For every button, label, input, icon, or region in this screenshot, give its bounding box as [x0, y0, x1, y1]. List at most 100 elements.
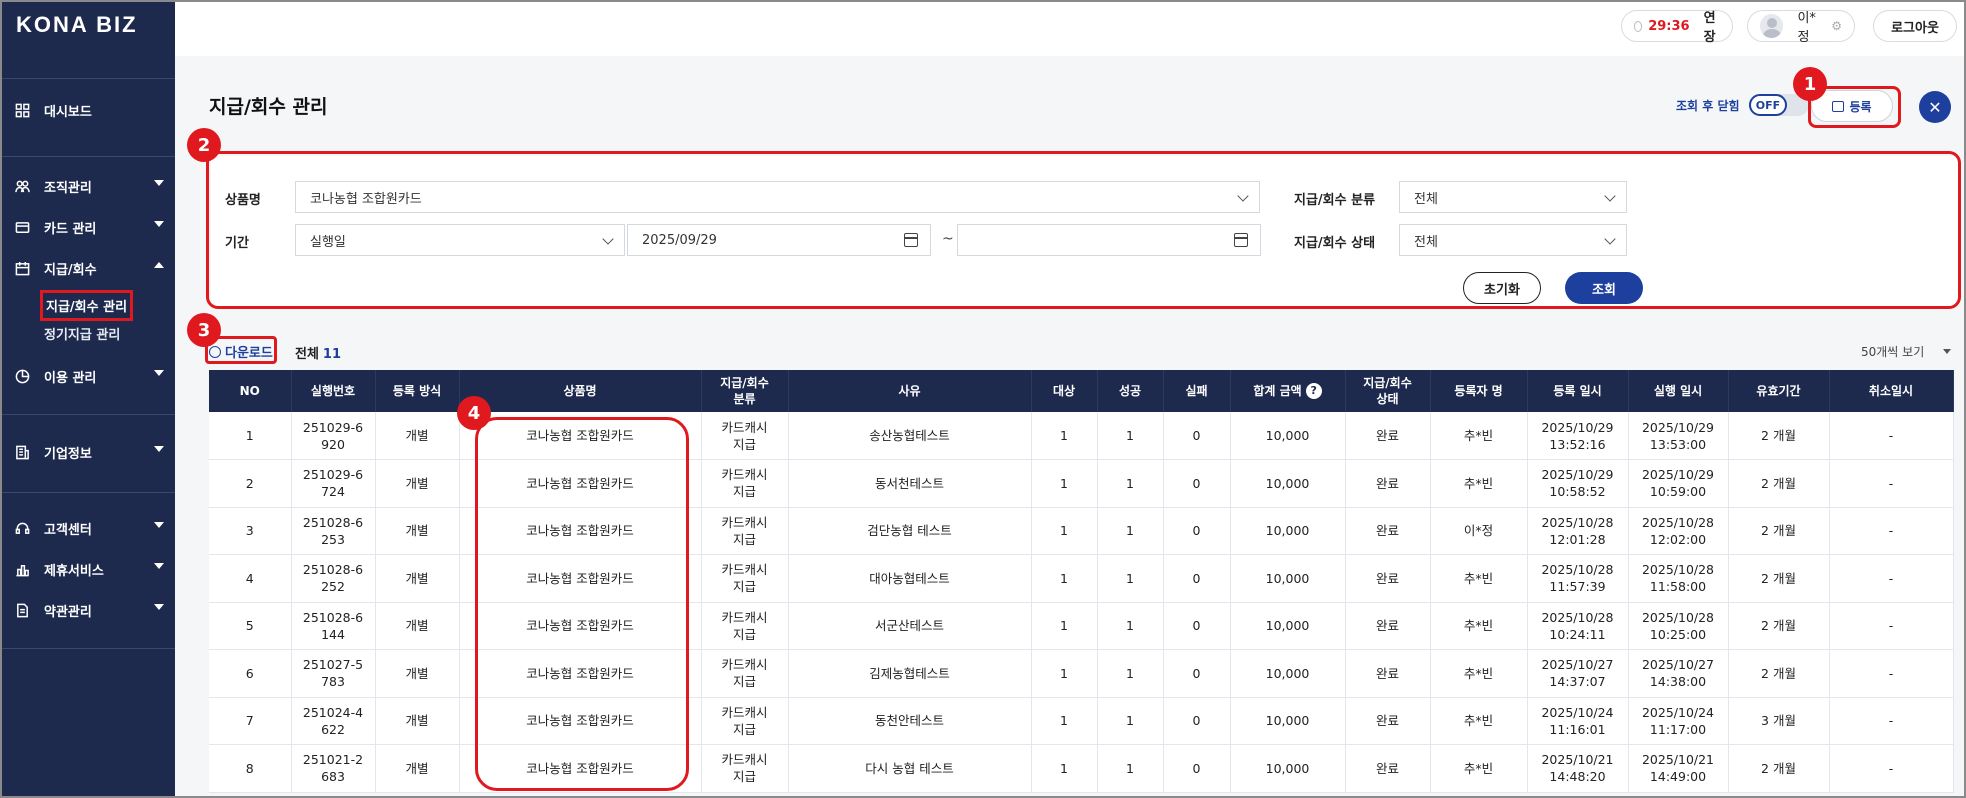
- cell-exec-no: 251029-6 724: [291, 459, 376, 508]
- sidebar-item-usage[interactable]: 이용 관리: [14, 364, 164, 388]
- close-page-button[interactable]: ✕: [1919, 91, 1951, 123]
- cell-no: 1: [209, 412, 292, 460]
- table-row[interactable]: 5 251028-6 144 개별 코나농협 조합원카드 카드캐시 지급 서군산테스트 1 1…: [209, 602, 1954, 650]
- screenshot-frame: KONA BIZ 대시보드 조직관리 카드 관리 지급/회수 지급/회수 관리 …: [0, 0, 1966, 798]
- cell-reason: 송산농협테스트: [788, 412, 1032, 460]
- cell-reg-method: 개별: [375, 602, 460, 650]
- headset-icon: [14, 520, 30, 536]
- column-header-total-amount: 합계 금액?: [1230, 370, 1346, 412]
- logout-button[interactable]: 로그아웃: [1873, 10, 1957, 42]
- cell-reg-date: 2025/10/29 13:52:16: [1527, 412, 1629, 460]
- cell-cancel-date: -: [1829, 507, 1954, 555]
- payment-table: NO 실행번호 등록 방식 상품명 지급/회수 분류 사유 대상 성공 실패 합…: [209, 370, 1954, 793]
- close-icon: ✕: [1928, 97, 1942, 117]
- product-select[interactable]: 코나농협 조합원카드: [295, 181, 1260, 213]
- cell-validity: 2 개월: [1728, 554, 1830, 603]
- main-content: 지급/회수 관리 조회 후 닫힘 OFF 등록 ✕ 상품명 코나농협 조합원카드…: [175, 56, 1964, 796]
- cell-success: 1: [1097, 554, 1164, 603]
- download-button[interactable]: 다운로드: [209, 342, 273, 361]
- cell-product: 코나농협 조합원카드: [459, 697, 702, 745]
- annotation-badge-1: 1: [1793, 67, 1827, 101]
- date-from-input[interactable]: 2025/09/29: [627, 224, 931, 256]
- cell-reason: 동천안테스트: [788, 697, 1032, 745]
- chevron-down-icon: [1943, 349, 1951, 354]
- calendar-icon[interactable]: [904, 233, 918, 247]
- sidebar-item-dashboard[interactable]: 대시보드: [14, 98, 164, 122]
- cell-reg-date: 2025/10/29 10:58:52: [1527, 459, 1629, 508]
- date-to-input[interactable]: [957, 224, 1261, 256]
- extend-session-button[interactable]: 연장: [1704, 7, 1720, 45]
- page-title: 지급/회수 관리: [209, 96, 328, 118]
- cell-product: 코나농협 조합원카드: [459, 554, 702, 603]
- cell-cancel-date: -: [1829, 649, 1954, 698]
- column-header: 사유: [788, 370, 1032, 412]
- table-row[interactable]: 7 251024-4 622 개별 코나농협 조합원카드 카드캐시 지급 동천안테스트 1 1…: [209, 697, 1954, 745]
- cell-target: 1: [1031, 507, 1098, 555]
- toggle-state: OFF: [1749, 94, 1787, 116]
- sidebar-item-partner-service[interactable]: 제휴서비스: [14, 557, 164, 581]
- cell-registrant: 추*빈: [1430, 649, 1528, 698]
- chevron-down-icon: [154, 563, 164, 569]
- help-icon[interactable]: ?: [1305, 383, 1322, 400]
- chevron-down-icon: [1237, 190, 1249, 202]
- sidebar-item-card[interactable]: 카드 관리: [14, 215, 164, 239]
- cell-status: 완료: [1345, 744, 1431, 793]
- page-size-select[interactable]: 50개씩 보기: [1861, 343, 1924, 360]
- search-filter-panel: 상품명 코나농협 조합원카드 지급/회수 분류 전체 기간 실행일 2025/0…: [211, 156, 1959, 306]
- sidebar-subitem-regular-payment[interactable]: 정기지급 관리: [44, 324, 120, 343]
- cell-amount: 10,000: [1230, 744, 1346, 793]
- cell-registrant: 추*빈: [1430, 602, 1528, 650]
- cell-amount: 10,000: [1230, 697, 1346, 745]
- sidebar-item-organization[interactable]: 조직관리: [14, 174, 164, 198]
- table-row[interactable]: 4 251028-6 252 개별 코나농협 조합원카드 카드캐시 지급 대아농협테스트 1…: [209, 554, 1954, 603]
- sidebar-item-company[interactable]: 기업정보: [14, 440, 164, 464]
- cell-category: 카드캐시 지급: [701, 507, 789, 555]
- status-select[interactable]: 전체: [1399, 224, 1627, 256]
- cell-reg-method: 개별: [375, 459, 460, 508]
- sidebar-item-terms[interactable]: 약관관리: [14, 598, 164, 622]
- download-icon: [209, 345, 221, 358]
- sidebar-item-payment[interactable]: 지급/회수: [14, 256, 164, 280]
- people-icon: [14, 178, 30, 194]
- cell-validity: 2 개월: [1728, 649, 1830, 698]
- search-button[interactable]: 조회: [1565, 272, 1643, 304]
- table-row[interactable]: 8 251021-2 683 개별 코나농협 조합원카드 카드캐시 지급 다시 농협 테스…: [209, 744, 1954, 793]
- cell-product: 코나농협 조합원카드: [459, 744, 702, 793]
- reset-button[interactable]: 초기화: [1463, 272, 1541, 304]
- cell-registrant: 이*정: [1430, 507, 1528, 555]
- cell-validity: 2 개월: [1728, 412, 1830, 460]
- cell-reg-date: 2025/10/21 14:48:20: [1527, 744, 1629, 793]
- gear-icon[interactable]: ⚙: [1831, 19, 1842, 33]
- calendar-icon[interactable]: [1234, 233, 1248, 247]
- cell-exec-date: 2025/10/24 11:17:00: [1628, 697, 1729, 745]
- cell-exec-no: 251021-2 683: [291, 744, 376, 793]
- cell-reg-date: 2025/10/28 11:57:39: [1527, 554, 1629, 603]
- table-row[interactable]: 2 251029-6 724 개별 코나농협 조합원카드 카드캐시 지급 동서천테스트 1 1…: [209, 459, 1954, 508]
- period-type-select[interactable]: 실행일: [295, 224, 625, 256]
- cell-reg-method: 개별: [375, 649, 460, 698]
- cell-exec-no: 251024-4 622: [291, 697, 376, 745]
- user-menu[interactable]: 이*정 ⚙: [1747, 10, 1855, 45]
- table-row[interactable]: 6 251027-5 783 개별 코나농협 조합원카드 카드캐시 지급 김제농협테스트 1…: [209, 649, 1954, 698]
- status-label: 지급/회수 상태: [1294, 236, 1376, 251]
- cell-status: 완료: [1345, 507, 1431, 555]
- cell-status: 완료: [1345, 602, 1431, 650]
- cell-amount: 10,000: [1230, 412, 1346, 460]
- cell-reg-date: 2025/10/27 14:37:07: [1527, 649, 1629, 698]
- annotation-badge-4: 4: [457, 396, 491, 430]
- category-select[interactable]: 전체: [1399, 181, 1627, 213]
- cell-status: 완료: [1345, 459, 1431, 508]
- sidebar-subitem-payment-management[interactable]: 지급/회수 관리: [39, 290, 134, 321]
- cell-reason: 동서천테스트: [788, 459, 1032, 508]
- sidebar-item-label: 약관관리: [44, 604, 92, 620]
- session-timer-value: 29:36: [1648, 18, 1690, 34]
- column-header: NO: [209, 370, 292, 412]
- sidebar-item-customer-center[interactable]: 고객센터: [14, 516, 164, 540]
- column-header-label: 합계 금액: [1253, 383, 1302, 398]
- cell-exec-date: 2025/10/27 14:38:00: [1628, 649, 1729, 698]
- cell-no: 4: [209, 554, 292, 603]
- column-header: 등록 일시: [1527, 370, 1629, 412]
- table-row[interactable]: 3 251028-6 253 개별 코나농협 조합원카드 카드캐시 지급 검단농협 테스트…: [209, 507, 1954, 555]
- register-button[interactable]: 등록: [1811, 90, 1893, 122]
- app-logo[interactable]: KONA BIZ: [16, 12, 138, 38]
